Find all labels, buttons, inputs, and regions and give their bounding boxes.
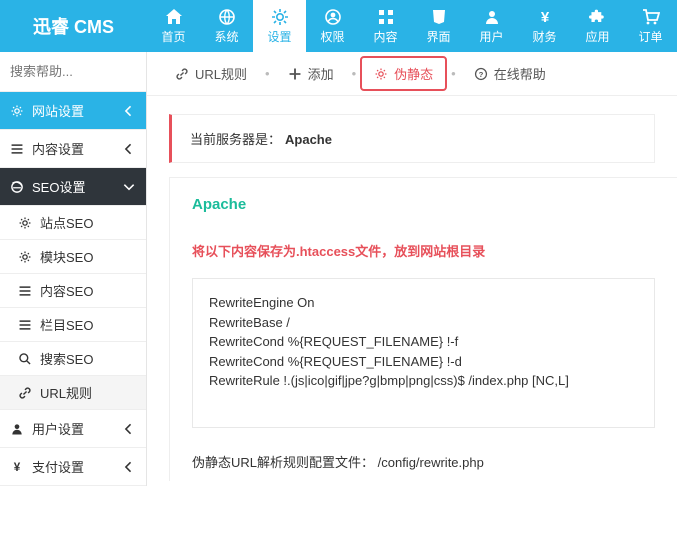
cog-icon bbox=[10, 104, 24, 118]
user-icon bbox=[483, 8, 501, 26]
chevron-down-icon bbox=[122, 180, 136, 194]
topnav-user[interactable]: 用户 bbox=[465, 0, 518, 52]
cogs-icon bbox=[271, 8, 289, 26]
cog-icon bbox=[374, 67, 388, 81]
tab-help[interactable]: 在线帮助 bbox=[464, 58, 556, 89]
topnav-home[interactable]: 首页 bbox=[147, 0, 200, 52]
link-icon bbox=[175, 67, 189, 81]
submenu-label: 模块SEO bbox=[40, 247, 93, 266]
topnav-label: 系统 bbox=[214, 28, 238, 45]
menu-group-ie-2[interactable]: SEO设置 bbox=[0, 168, 146, 206]
menu-group-user-3[interactable]: 用户设置 bbox=[0, 410, 146, 448]
submenu-label: 栏目SEO bbox=[40, 315, 93, 334]
chevron-left-icon bbox=[122, 460, 136, 474]
notice-prefix: 当前服务器是： bbox=[190, 129, 281, 148]
cart-icon bbox=[642, 8, 660, 26]
topnav-label: 权限 bbox=[320, 28, 344, 45]
chevron-left-icon bbox=[122, 142, 136, 156]
chevron-left-icon bbox=[122, 422, 136, 436]
menu-group-bars-1[interactable]: 内容设置 bbox=[0, 130, 146, 168]
topnav-label: 设置 bbox=[267, 28, 291, 45]
chevron-left-icon bbox=[122, 104, 136, 118]
tab-label: URL规则 bbox=[195, 64, 247, 83]
submenu-label: 内容SEO bbox=[40, 281, 93, 300]
menu-group-cog-0[interactable]: 网站设置 bbox=[0, 92, 146, 130]
topnav-puzzle[interactable]: 应用 bbox=[571, 0, 624, 52]
tab-label: 伪静态 bbox=[394, 64, 433, 83]
globe-icon bbox=[218, 8, 236, 26]
help-icon bbox=[474, 67, 488, 81]
cog-icon bbox=[18, 216, 32, 230]
html5-icon bbox=[430, 8, 448, 26]
tab-label: 添加 bbox=[308, 64, 334, 83]
config-file-note: 伪静态URL解析规则配置文件： /config/rewrite.php bbox=[192, 452, 655, 471]
topnav-label: 财务 bbox=[532, 28, 556, 45]
bars-icon bbox=[18, 284, 32, 298]
topnav-label: 内容 bbox=[373, 28, 397, 45]
menu-group-label: 用户设置 bbox=[32, 419, 114, 438]
link-icon bbox=[18, 386, 32, 400]
submenu-内容SEO[interactable]: 内容SEO bbox=[0, 274, 146, 308]
menu-group-label: 支付设置 bbox=[32, 457, 114, 476]
submenu-栏目SEO[interactable]: 栏目SEO bbox=[0, 308, 146, 342]
bars-icon bbox=[10, 142, 24, 156]
topnav-grid[interactable]: 内容 bbox=[359, 0, 412, 52]
topnav-label: 订单 bbox=[638, 28, 662, 45]
topnav-label: 界面 bbox=[426, 28, 450, 45]
bars-icon bbox=[18, 318, 32, 332]
ie-icon bbox=[10, 180, 24, 194]
submenu-模块SEO[interactable]: 模块SEO bbox=[0, 240, 146, 274]
grid-icon bbox=[377, 8, 395, 26]
tab-separator: • bbox=[348, 66, 361, 81]
search-icon bbox=[18, 352, 32, 366]
topnav-globe[interactable]: 系统 bbox=[200, 0, 253, 52]
notice-value: Apache bbox=[285, 132, 332, 147]
cog-icon bbox=[18, 250, 32, 264]
rewrite-code-block[interactable]: RewriteEngine On RewriteBase / RewriteCo… bbox=[192, 278, 655, 428]
tab-label: 在线帮助 bbox=[494, 64, 546, 83]
menu-group-label: SEO设置 bbox=[32, 177, 114, 196]
submenu-搜索SEO[interactable]: 搜索SEO bbox=[0, 342, 146, 376]
tab-link[interactable]: URL规则 bbox=[165, 58, 257, 89]
submenu-URL规则[interactable]: URL规则 bbox=[0, 376, 146, 410]
user-icon bbox=[10, 422, 24, 436]
menu-group-label: 网站设置 bbox=[32, 101, 114, 120]
topnav-label: 应用 bbox=[585, 28, 609, 45]
user-circle-icon bbox=[324, 8, 342, 26]
topnav-label: 首页 bbox=[161, 28, 185, 45]
htaccess-warning: 将以下内容保存为.htaccess文件，放到网站根目录 bbox=[192, 241, 655, 260]
menu-group-yen-4[interactable]: 支付设置 bbox=[0, 448, 146, 486]
panel-title: Apache bbox=[192, 196, 655, 213]
home-icon bbox=[165, 8, 183, 26]
topnav-cogs[interactable]: 设置 bbox=[253, 0, 306, 52]
tab-plus[interactable]: 添加 bbox=[278, 58, 344, 89]
tab-separator: • bbox=[261, 66, 274, 81]
topnav-yen[interactable]: 财务 bbox=[518, 0, 571, 52]
topnav-user-circle[interactable]: 权限 bbox=[306, 0, 359, 52]
current-server-notice: 当前服务器是： Apache bbox=[169, 114, 655, 163]
puzzle-icon bbox=[589, 8, 607, 26]
submenu-label: 搜索SEO bbox=[40, 349, 93, 368]
brand-title: 迅睿 CMS bbox=[0, 0, 147, 52]
menu-group-label: 内容设置 bbox=[32, 139, 114, 158]
topnav-html5[interactable]: 界面 bbox=[412, 0, 465, 52]
submenu-label: URL规则 bbox=[40, 383, 92, 402]
yen-icon bbox=[10, 460, 24, 474]
topnav-cart[interactable]: 订单 bbox=[624, 0, 677, 52]
tab-separator: • bbox=[447, 66, 460, 81]
sidebar-search[interactable] bbox=[0, 52, 146, 92]
yen-icon bbox=[536, 8, 554, 26]
submenu-label: 站点SEO bbox=[40, 213, 93, 232]
submenu-站点SEO[interactable]: 站点SEO bbox=[0, 206, 146, 240]
topnav-label: 用户 bbox=[479, 28, 503, 45]
tab-cog[interactable]: 伪静态 bbox=[364, 58, 443, 89]
plus-icon bbox=[288, 67, 302, 81]
